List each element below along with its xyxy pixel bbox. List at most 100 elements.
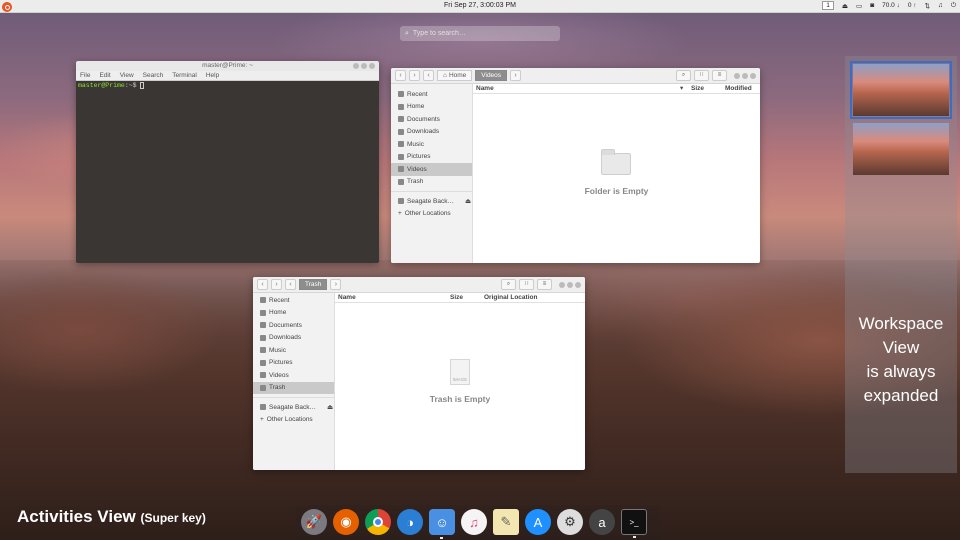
sidebar-item-label: Pictures [407, 153, 431, 161]
minimize-button[interactable] [559, 281, 565, 288]
display-icon[interactable]: ▭ [856, 2, 862, 10]
sidebar-item-documents[interactable]: Documents [391, 113, 472, 126]
minimize-button[interactable] [353, 63, 359, 69]
terminal-window[interactable]: master@Prime: ~ File Edit View Search Te… [76, 61, 379, 263]
crumb-right-button[interactable]: › [510, 70, 522, 81]
menu-help[interactable]: Help [206, 71, 219, 80]
sidebar-item-trash[interactable]: Trash [391, 176, 472, 189]
sidebar-item-videos[interactable]: Videos [253, 369, 334, 382]
sidebar-item-drive[interactable]: Seagate Back… ⏏ [391, 195, 472, 208]
volume-icon[interactable]: ♫ [938, 2, 943, 9]
sidebar-item-recent[interactable]: Recent [391, 88, 472, 101]
clock[interactable]: Fri Sep 27, 3:00:03 PM [0, 2, 960, 9]
close-button[interactable] [369, 63, 375, 69]
menu-file[interactable]: File [80, 71, 90, 80]
crumb-left-button[interactable]: ‹ [285, 279, 296, 290]
workspace-thumbnail-1[interactable] [850, 61, 952, 119]
chrome-icon[interactable] [365, 509, 391, 535]
sidebar-item-other-locations[interactable]: + Other Locations [253, 414, 334, 427]
sidebar-item-drive[interactable]: Seagate Back… ⏏ [253, 401, 334, 414]
sidebar-item-downloads[interactable]: Downloads [391, 126, 472, 139]
files-window-trash[interactable]: ‹ › ‹ Trash › ⌕ ∷ ≡ Recent Home Document… [253, 277, 585, 470]
browser-icon[interactable]: ◑ [397, 509, 423, 535]
eject-icon[interactable]: ⏏ [327, 403, 333, 411]
sidebar-item-home[interactable]: Home [253, 307, 334, 320]
column-original-location[interactable]: Original Location [484, 293, 537, 302]
sidebar-item-trash[interactable]: Trash [253, 381, 334, 394]
file-list[interactable]: Name ▾ Size Modified Folder is Empty [473, 84, 760, 263]
launchpad-icon[interactable]: 🚀 [301, 509, 327, 535]
empty-message: Folder is Empty [584, 186, 649, 196]
forward-button[interactable]: › [271, 279, 282, 290]
sidebar-item-home[interactable]: Home [391, 101, 472, 114]
camera-icon[interactable]: ◙ [870, 2, 874, 9]
power-icon[interactable]: ⏻ [951, 2, 956, 10]
back-button[interactable]: ‹ [395, 70, 406, 81]
files-window-videos[interactable]: ‹ › ‹ ⌂ Home Videos › ⌕ ∷ ≡ Recent Home D… [391, 68, 760, 263]
terminal-titlebar[interactable]: master@Prime: ~ [76, 61, 379, 71]
files-headerbar: ‹ › ‹ Trash › ⌕ ∷ ≡ [253, 277, 585, 293]
finder-icon[interactable]: ☺ [429, 509, 455, 539]
image-icon: IMAGE [450, 359, 470, 385]
terminal-icon[interactable]: >_ [621, 509, 647, 538]
sidebar-item-label: Downloads [269, 334, 302, 342]
maximize-button[interactable] [361, 63, 367, 69]
maximize-button[interactable] [567, 281, 573, 288]
column-name[interactable]: Name [338, 293, 450, 302]
search-field[interactable]: ⌕ [400, 26, 560, 41]
app-store-icon[interactable]: A [525, 509, 551, 535]
menu-search[interactable]: Search [143, 71, 164, 80]
column-modified[interactable]: Modified [725, 84, 752, 93]
sidebar-item-downloads[interactable]: Downloads [253, 332, 334, 345]
search-input[interactable] [412, 30, 543, 37]
menu-button[interactable]: ≡ [712, 70, 727, 81]
close-button[interactable] [750, 72, 756, 79]
sidebar-item-documents[interactable]: Documents [253, 319, 334, 332]
file-list[interactable]: Name Size Original Location IMAGE Trash … [335, 293, 585, 470]
network-icon[interactable]: ⇅ [925, 2, 930, 10]
search-button[interactable]: ⌕ [501, 279, 516, 290]
music-icon[interactable]: ♫ [461, 509, 487, 535]
settings-icon[interactable]: ⚙ [557, 509, 583, 535]
sidebar-item-other-locations[interactable]: + Other Locations [391, 208, 472, 221]
sidebar-item-recent[interactable]: Recent [253, 294, 334, 307]
column-name[interactable]: Name [476, 84, 680, 93]
menu-button[interactable]: ≡ [537, 279, 552, 290]
notes-icon[interactable]: ✎ [493, 509, 519, 535]
eject-icon[interactable]: ⏏ [465, 197, 471, 205]
workspace-indicator[interactable]: 1 [822, 1, 834, 10]
menu-terminal[interactable]: Terminal [172, 71, 197, 80]
window-controls [353, 63, 375, 69]
sidebar-item-pictures[interactable]: Pictures [391, 151, 472, 164]
sidebar-item-music[interactable]: Music [253, 344, 334, 357]
crumb-videos[interactable]: Videos [475, 70, 508, 81]
sidebar-item-pictures[interactable]: Pictures [253, 357, 334, 370]
sidebar-item-music[interactable]: Music [391, 138, 472, 151]
search-button[interactable]: ⌕ [676, 70, 691, 81]
view-grid-button[interactable]: ∷ [519, 279, 534, 290]
sidebar-item-label: Music [407, 140, 424, 148]
menu-view[interactable]: View [120, 71, 134, 80]
crumb-home[interactable]: ⌂ Home [437, 70, 473, 81]
view-grid-button[interactable]: ∷ [694, 70, 709, 81]
sidebar-item-label: Recent [407, 90, 428, 98]
workspace-thumbnail-2[interactable] [853, 123, 949, 175]
crumb-right-button[interactable]: › [330, 279, 342, 290]
back-button[interactable]: ‹ [257, 279, 268, 290]
menu-edit[interactable]: Edit [99, 71, 110, 80]
crumb-trash[interactable]: Trash [299, 279, 328, 290]
sidebar-item-videos[interactable]: Videos [391, 163, 472, 176]
forward-button[interactable]: › [409, 70, 420, 81]
firefox-icon[interactable]: ◉ [333, 509, 359, 535]
prompt-user: master@Prime [78, 82, 125, 90]
workspace-panel: Workspace View is always expanded [845, 56, 957, 473]
maximize-button[interactable] [742, 72, 748, 79]
close-button[interactable] [575, 281, 581, 288]
crumb-left-button[interactable]: ‹ [423, 70, 434, 81]
column-size[interactable]: Size [450, 293, 484, 302]
terminal-body[interactable]: master@Prime:~$ [76, 81, 379, 90]
amazon-icon[interactable]: a [589, 509, 615, 535]
keyboard-icon[interactable]: ⏏ [842, 2, 848, 10]
column-size[interactable]: Size [691, 84, 725, 93]
minimize-button[interactable] [734, 72, 740, 79]
